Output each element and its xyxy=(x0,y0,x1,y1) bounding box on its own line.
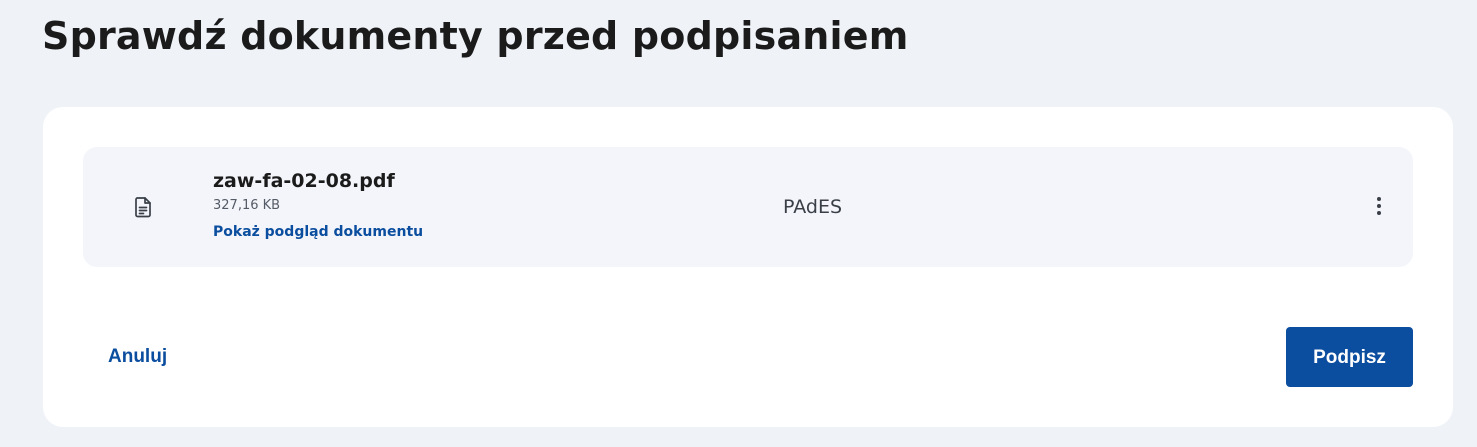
document-info: zaw-fa-02-08.pdf 327,16 KB Pokaż podgląd… xyxy=(213,169,423,241)
document-file-size: 327,16 KB xyxy=(213,198,281,213)
cancel-button[interactable]: Anuluj xyxy=(93,337,182,377)
page-title: Sprawdź dokumenty przed podpisaniem xyxy=(42,14,909,58)
document-file-name: zaw-fa-02-08.pdf xyxy=(213,170,395,192)
signature-format-label: PAdES xyxy=(783,196,843,218)
show-document-preview-link[interactable]: Pokaż podgląd dokumentu xyxy=(213,223,423,241)
document-row: zaw-fa-02-08.pdf 327,16 KB Pokaż podgląd… xyxy=(83,147,1413,267)
sign-button[interactable]: Podpisz xyxy=(1286,327,1413,387)
more-vertical-icon xyxy=(1377,197,1381,201)
documents-card: zaw-fa-02-08.pdf 327,16 KB Pokaż podgląd… xyxy=(43,107,1453,427)
document-icon xyxy=(131,195,155,219)
more-options-button[interactable] xyxy=(1367,191,1391,221)
